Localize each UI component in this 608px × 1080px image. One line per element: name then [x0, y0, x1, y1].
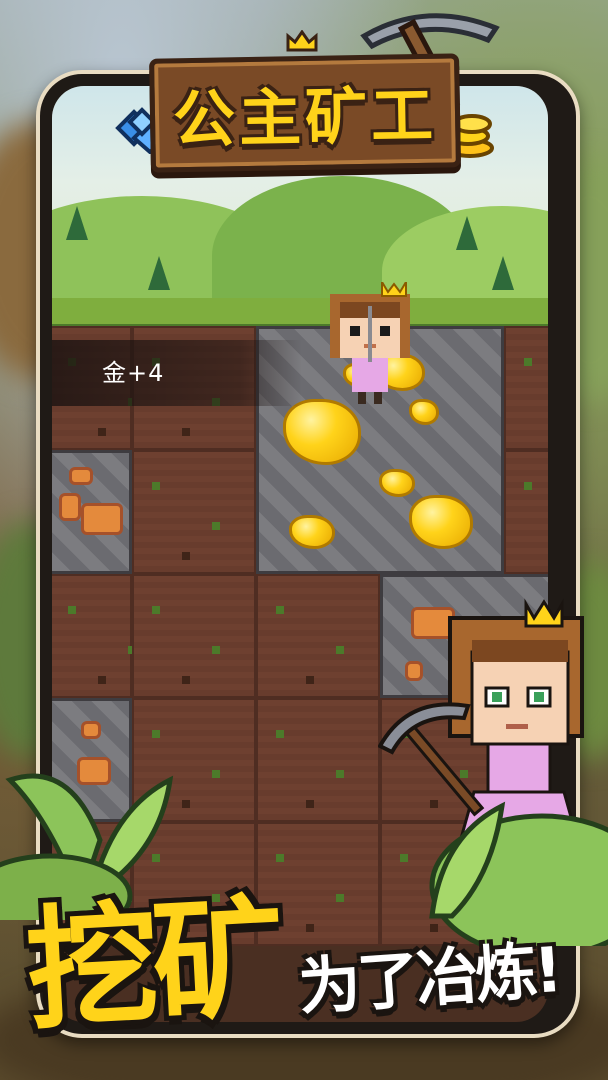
princess-character-small	[330, 282, 410, 404]
tree	[66, 206, 88, 240]
tree	[492, 256, 514, 290]
crown-icon	[286, 30, 318, 52]
reward-text: 金+4	[102, 359, 165, 387]
reward-popup: 金+4	[52, 340, 302, 406]
dirt-tile[interactable]	[256, 698, 380, 822]
copper-ore-icon	[59, 493, 81, 521]
dirt-tile[interactable]	[52, 574, 132, 698]
slogan-sub: 为了冶炼!	[296, 932, 562, 1025]
dirt-tile[interactable]	[132, 450, 256, 574]
dirt-tile[interactable]	[504, 450, 548, 574]
gold-ore-icon	[289, 515, 335, 549]
dirt-tile[interactable]	[256, 574, 380, 698]
grass-strip	[52, 298, 548, 328]
tree	[148, 256, 170, 290]
copper-ore-icon	[69, 467, 93, 485]
gold-ore-icon	[379, 469, 415, 497]
gold-ore-icon	[283, 399, 361, 465]
dirt-tile[interactable]	[504, 326, 548, 450]
game-logo: 公主矿工	[149, 53, 461, 173]
copper-ore-tile[interactable]	[52, 450, 132, 574]
leaf-icon	[429, 801, 608, 946]
slogan-main: 挖矿	[22, 881, 283, 1049]
tree	[456, 216, 478, 250]
copper-ore-icon	[81, 503, 123, 535]
dirt-tile[interactable]	[132, 574, 256, 698]
logo-title: 公主矿工	[172, 78, 438, 157]
gold-ore-icon	[409, 495, 473, 549]
